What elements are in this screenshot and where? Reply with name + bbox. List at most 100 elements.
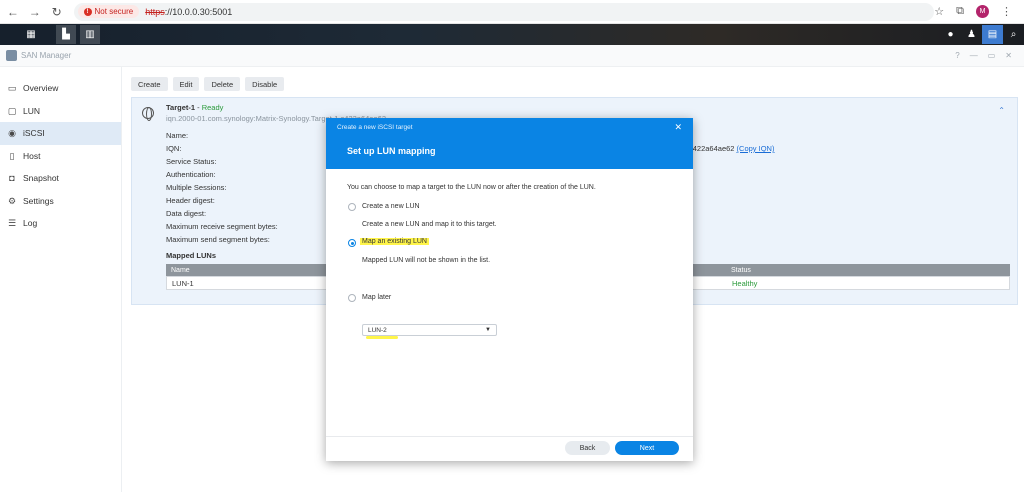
bookmark-star-icon[interactable]: ☆: [934, 5, 944, 18]
next-button[interactable]: Next: [615, 441, 679, 455]
app-titlebar: SAN Manager ? — ▭ ✕: [0, 45, 1024, 67]
highlighted-option-text: Map an existing LUN: [360, 238, 429, 245]
radio-map-later[interactable]: [348, 294, 356, 302]
dialog-title: Set up LUN mapping: [347, 146, 436, 156]
overview-icon: ▭: [7, 83, 17, 94]
sidebar-item-label: Host: [23, 150, 41, 161]
prop-max-receive-label: Maximum receive segment bytes:: [166, 222, 278, 231]
radio-map-existing-lun[interactable]: [348, 239, 356, 247]
lun-status-cell: Healthy: [732, 278, 758, 288]
target-name: Target-1: [166, 103, 196, 112]
sidebar: ▭ Overview ▢ LUN ◉ iSCSI ▯ Host ◘ Snapsh…: [0, 67, 122, 492]
reload-icon[interactable]: ↻: [48, 3, 66, 21]
url-host: ://10.0.0.30:5001: [164, 6, 233, 17]
main-menu-icon[interactable]: ▦: [20, 25, 42, 44]
warning-icon: !: [83, 7, 92, 16]
prop-iqn-label: IQN:: [166, 144, 182, 153]
highlight-mark: [366, 336, 398, 339]
maximize-icon[interactable]: ▭: [988, 51, 996, 60]
iscsi-icon: ◉: [8, 128, 16, 139]
option-map-later-label[interactable]: Map later: [362, 294, 391, 301]
forward-arrow-icon[interactable]: →: [26, 3, 44, 21]
close-window-icon[interactable]: ✕: [1005, 51, 1012, 60]
delete-button[interactable]: Delete: [204, 77, 241, 91]
prop-header-digest-label: Header digest:: [166, 196, 215, 205]
edit-button[interactable]: Edit: [172, 77, 200, 91]
lun-select[interactable]: LUN-2 ▼: [362, 324, 497, 336]
disable-button[interactable]: Disable: [245, 77, 285, 91]
profile-avatar[interactable]: M: [976, 5, 989, 18]
sidebar-item-overview[interactable]: ▭ Overview: [0, 77, 121, 100]
notifications-icon[interactable]: ●: [940, 25, 961, 44]
extensions-icon[interactable]: ⧉: [956, 5, 964, 18]
prop-authentication-label: Authentication:: [166, 170, 216, 179]
sidebar-item-snapshot[interactable]: ◘ Snapshot: [0, 167, 121, 190]
lun-mapping-dialog: Create a new iSCSI target ✕ Set up LUN m…: [326, 118, 693, 461]
address-bar[interactable]: ! Not secure https ://10.0.0.30:5001: [73, 2, 935, 21]
copy-iqn-link[interactable]: (Copy IQN): [737, 144, 775, 153]
sidebar-item-host[interactable]: ▯ Host: [0, 145, 121, 168]
iqn-value: c422a64ae62 (Copy IQN): [689, 144, 774, 153]
url-scheme: https: [145, 6, 165, 17]
option-map-existing-lun-label[interactable]: Map an existing LUN: [360, 238, 429, 245]
back-arrow-icon[interactable]: ←: [4, 3, 22, 21]
gear-icon: ⚙: [7, 195, 17, 206]
host-icon: ▯: [9, 150, 15, 161]
dialog-window-title: Create a new iSCSI target: [337, 124, 413, 131]
lun-select-value: LUN-2: [368, 326, 387, 334]
create-button[interactable]: Create: [131, 77, 168, 91]
back-button[interactable]: Back: [565, 441, 610, 455]
prop-service-status-label: Service Status:: [166, 157, 217, 166]
san-manager-taskbar-icon[interactable]: ▥: [80, 25, 100, 44]
sidebar-item-label: iSCSI: [23, 128, 45, 139]
target-separator: -: [195, 103, 202, 112]
globe-icon: [142, 107, 154, 121]
prop-data-digest-label: Data digest:: [166, 209, 207, 218]
sidebar-item-lun[interactable]: ▢ LUN: [0, 100, 121, 123]
prop-name-label: Name:: [166, 131, 189, 140]
sidebar-item-log[interactable]: ☰ Log: [0, 212, 121, 235]
widgets-icon[interactable]: ▤: [982, 25, 1003, 44]
target-title: Target-1 - Ready: [166, 103, 223, 112]
sidebar-item-label: Log: [23, 218, 38, 229]
help-icon[interactable]: ?: [955, 51, 959, 60]
user-icon[interactable]: ♟: [961, 25, 982, 44]
dialog-footer: Back Next: [326, 436, 693, 461]
search-icon[interactable]: ⌕: [1003, 25, 1024, 44]
san-manager-logo: [6, 50, 17, 61]
sidebar-item-settings[interactable]: ⚙ Settings: [0, 190, 121, 213]
sidebar-item-label: Snapshot: [23, 173, 59, 184]
sidebar-item-iscsi[interactable]: ◉ iSCSI: [0, 122, 121, 145]
option-map-existing-lun-desc: Mapped LUN will not be shown in the list…: [362, 257, 491, 264]
lun-name-cell: LUN-1: [172, 278, 194, 288]
iqn-value-text: c422a64ae62: [689, 144, 737, 153]
column-header-name[interactable]: Name: [171, 267, 190, 274]
radio-create-new-lun[interactable]: [348, 203, 356, 211]
sidebar-item-label: Settings: [23, 195, 54, 206]
browser-toolbar: ← → ↻ ! Not secure https ://10.0.0.30:50…: [0, 0, 1024, 24]
security-badge[interactable]: ! Not secure: [77, 5, 140, 18]
action-toolbar: Create Edit Delete Disable: [131, 77, 285, 91]
target-status: Ready: [201, 103, 224, 112]
storage-manager-taskbar-icon[interactable]: ▙: [56, 25, 76, 44]
camera-icon: ◘: [9, 173, 15, 184]
sidebar-item-label: LUN: [23, 105, 41, 116]
column-header-status[interactable]: Status: [731, 267, 751, 274]
chevron-down-icon: ▼: [485, 327, 491, 333]
dialog-header: Create a new iSCSI target ✕ Set up LUN m…: [326, 118, 693, 169]
dialog-body: You can choose to map a target to the LU…: [326, 169, 693, 436]
app-title: SAN Manager: [21, 51, 72, 60]
option-create-new-lun-desc: Create a new LUN and map it to this targ…: [362, 221, 497, 228]
prop-multiple-sessions-label: Multiple Sessions:: [166, 183, 227, 192]
chevron-up-icon[interactable]: ⌃: [998, 106, 1005, 115]
dsm-taskbar: ▦ ▙ ▥ ● ♟ ▤ ⌕: [0, 24, 1024, 45]
lun-icon: ▢: [7, 105, 17, 116]
list-icon: ☰: [7, 218, 17, 229]
prop-max-send-label: Maximum send segment bytes:: [166, 235, 270, 244]
minimize-icon[interactable]: —: [970, 51, 978, 60]
dialog-intro: You can choose to map a target to the LU…: [347, 184, 596, 191]
sidebar-item-label: Overview: [23, 83, 59, 94]
option-create-new-lun-label[interactable]: Create a new LUN: [362, 203, 420, 210]
close-icon[interactable]: ✕: [674, 122, 682, 133]
browser-menu-icon[interactable]: ⋮: [1001, 5, 1012, 18]
